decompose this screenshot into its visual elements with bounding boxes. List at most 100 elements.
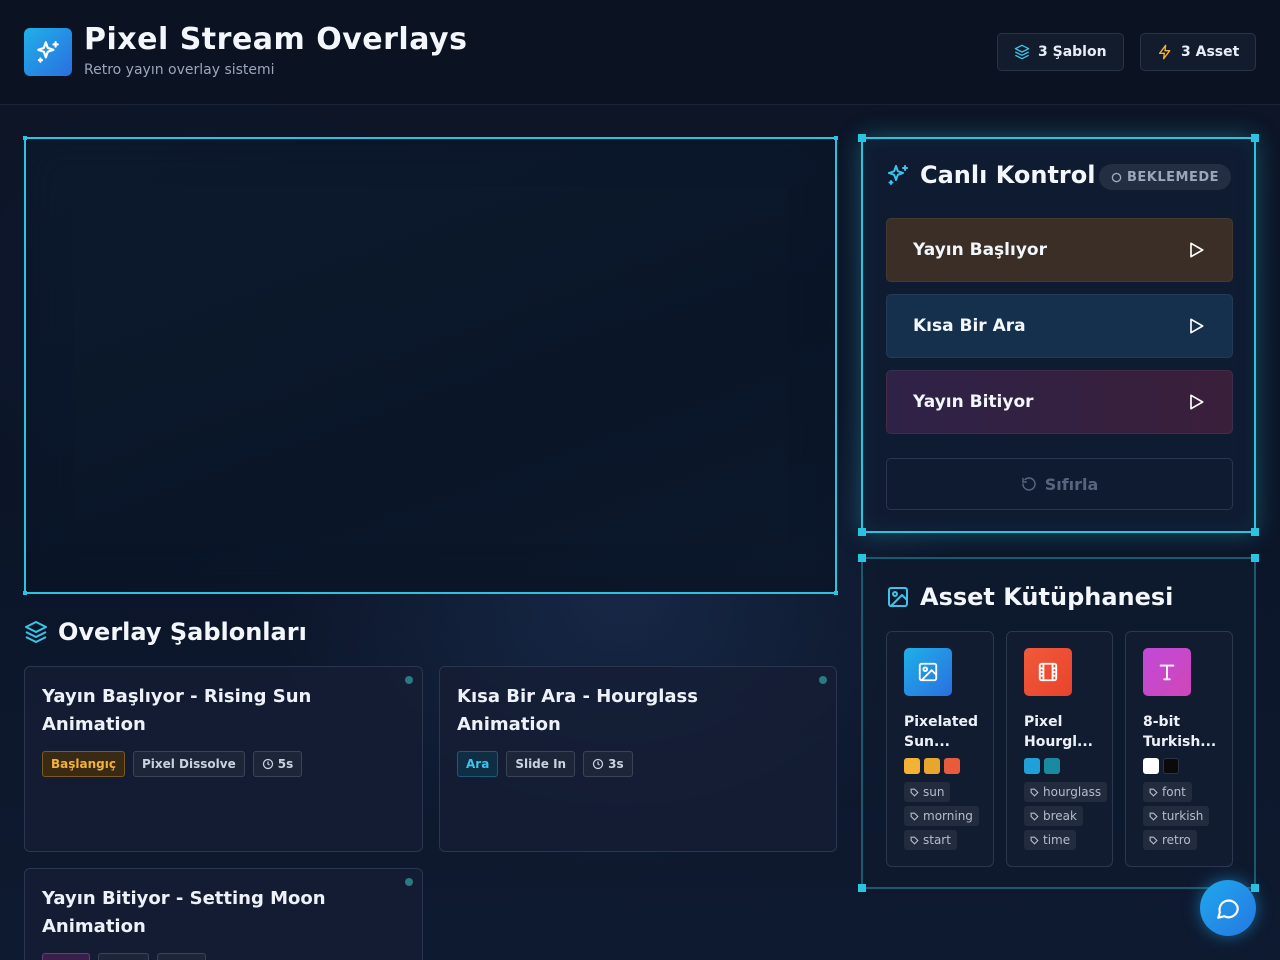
- asset-name: Pixel Hourgl...: [1024, 714, 1093, 750]
- panel-corner-handle: [1251, 528, 1259, 536]
- film-icon: [1038, 662, 1058, 682]
- preview-corner: [23, 591, 27, 595]
- tag-icon: [910, 788, 919, 797]
- color-swatch: [944, 758, 960, 774]
- clock-icon: [262, 758, 273, 770]
- asset-color-swatches: [1143, 758, 1215, 774]
- tag-icon: [1030, 788, 1039, 797]
- panel-corner-handle: [858, 528, 866, 536]
- color-swatch: [904, 758, 920, 774]
- template-duration-chip: [157, 953, 206, 960]
- chat-bubble-icon: [1217, 899, 1239, 919]
- overlay-preview-canvas: [23, 136, 838, 595]
- template-category-label: Başlangıç: [51, 757, 116, 771]
- template-category-chip: [42, 953, 90, 960]
- assets-count-label: 3 Asset: [1181, 44, 1240, 60]
- live-control-panel: Canlı Kontrol BEKLEMEDE Yayın Başlıyor K…: [858, 134, 1259, 536]
- asset-tag: start: [904, 830, 957, 850]
- template-category-chip: Başlangıç: [42, 751, 125, 777]
- template-category-chip: Ara: [457, 751, 499, 777]
- asset-tag: sun: [904, 782, 951, 802]
- asset-type-icon-box: [1024, 648, 1072, 696]
- template-duration-label: 5s: [277, 757, 294, 771]
- tag-icon: [1149, 836, 1158, 845]
- color-swatch: [1024, 758, 1040, 774]
- template-transition-chip: [98, 953, 149, 960]
- color-swatch: [1143, 758, 1159, 774]
- asset-card[interactable]: 8-bit Turkish... font turkish retro: [1125, 631, 1233, 867]
- asset-color-swatches: [1024, 758, 1095, 774]
- asset-card[interactable]: Pixel Hourgl... hourglass break time: [1006, 631, 1113, 867]
- asset-tag-label: retro: [1162, 833, 1191, 847]
- asset-library-title: Asset Kütüphanesi: [886, 583, 1173, 611]
- template-card[interactable]: Kısa Bir Ara - Hourglass Animation Ara S…: [439, 666, 837, 852]
- color-swatch: [924, 758, 940, 774]
- templates-section-label: Overlay Şablonları: [58, 618, 307, 646]
- asset-tag: break: [1024, 806, 1083, 826]
- trigger-label: Yayın Başlıyor: [913, 240, 1047, 260]
- app-subtitle: Retro yayın overlay sistemi: [84, 62, 275, 78]
- asset-library-label: Asset Kütüphanesi: [920, 583, 1174, 611]
- template-card[interactable]: Yayın Bitiyor - Setting Moon Animation: [24, 868, 423, 960]
- color-swatch: [1044, 758, 1060, 774]
- tag-icon: [910, 836, 919, 845]
- template-status-dot: [405, 878, 413, 886]
- template-transition-chip: Slide In: [506, 751, 576, 777]
- templates-count-badge[interactable]: 3 Şablon: [997, 33, 1124, 71]
- play-icon: [1190, 394, 1204, 410]
- asset-name: Pixelated Sun...: [904, 714, 979, 750]
- panel-corner-handle: [1251, 884, 1259, 892]
- trigger-stream-start-button[interactable]: Yayın Başlıyor: [886, 218, 1233, 282]
- status-label: BEKLEMEDE: [1127, 169, 1220, 185]
- asset-tag-label: sun: [923, 785, 945, 799]
- asset-tag-label: font: [1162, 785, 1186, 799]
- play-icon: [1190, 242, 1204, 258]
- lightning-icon: [1159, 44, 1171, 60]
- app-header: Pixel Stream Overlays Retro yayın overla…: [0, 0, 1280, 105]
- tag-icon: [910, 812, 919, 821]
- template-name: Yayın Bitiyor - Setting Moon Animation: [42, 888, 326, 937]
- asset-tag-label: start: [923, 833, 951, 847]
- asset-tag: retro: [1143, 830, 1197, 850]
- panel-corner-handle: [1251, 134, 1259, 142]
- image-icon: [918, 662, 938, 682]
- reset-label: Sıfırla: [1044, 474, 1099, 494]
- trigger-label: Kısa Bir Ara: [913, 316, 1026, 336]
- panel-corner-handle: [1251, 554, 1259, 562]
- template-transition-chip: Pixel Dissolve: [132, 751, 245, 777]
- asset-type-icon-box: [904, 648, 952, 696]
- asset-tag-label: turkish: [1162, 809, 1204, 823]
- type-icon: [1159, 664, 1175, 681]
- live-control-label: Canlı Kontrol: [920, 161, 1096, 189]
- asset-tag-label: morning: [923, 809, 973, 823]
- templates-count-label: 3 Şablon: [1038, 44, 1107, 60]
- chat-fab-button[interactable]: [1200, 880, 1256, 936]
- panel-corner-handle: [858, 884, 866, 892]
- asset-tag: turkish: [1143, 806, 1210, 826]
- trigger-break-button[interactable]: Kısa Bir Ara: [886, 294, 1233, 358]
- asset-tag: morning: [904, 806, 979, 826]
- asset-card[interactable]: Pixelated Sun... sun morning start: [886, 631, 994, 867]
- image-icon: [888, 587, 908, 607]
- template-card[interactable]: Yayın Başlıyor - Rising Sun Animation Ba…: [24, 666, 423, 852]
- asset-library-panel: Asset Kütüphanesi Pixelated Sun... sun m…: [858, 554, 1259, 892]
- assets-count-badge[interactable]: 3 Asset: [1140, 33, 1257, 71]
- trigger-stream-end-button[interactable]: Yayın Bitiyor: [886, 370, 1233, 434]
- template-transition-label: Slide In: [515, 757, 567, 771]
- tag-icon: [1030, 812, 1039, 821]
- asset-color-swatches: [904, 758, 976, 774]
- panel-corner-handle: [858, 134, 866, 142]
- asset-name: 8-bit Turkish...: [1143, 714, 1217, 750]
- asset-tag: font: [1143, 782, 1192, 802]
- live-control-title: Canlı Kontrol: [886, 161, 1095, 189]
- template-name: Yayın Başlıyor - Rising Sun Animation: [42, 686, 312, 735]
- circle-icon: [1111, 172, 1122, 182]
- reset-button[interactable]: Sıfırla: [886, 458, 1233, 510]
- sparkles-icon: [888, 165, 908, 185]
- preview-corner: [23, 136, 27, 140]
- template-duration-chip: 3s: [583, 751, 633, 777]
- templates-section-title: Overlay Şablonları: [24, 618, 307, 646]
- asset-type-icon-box: [1143, 648, 1191, 696]
- asset-tag-label: hourglass: [1043, 785, 1102, 799]
- layers-icon: [25, 621, 47, 643]
